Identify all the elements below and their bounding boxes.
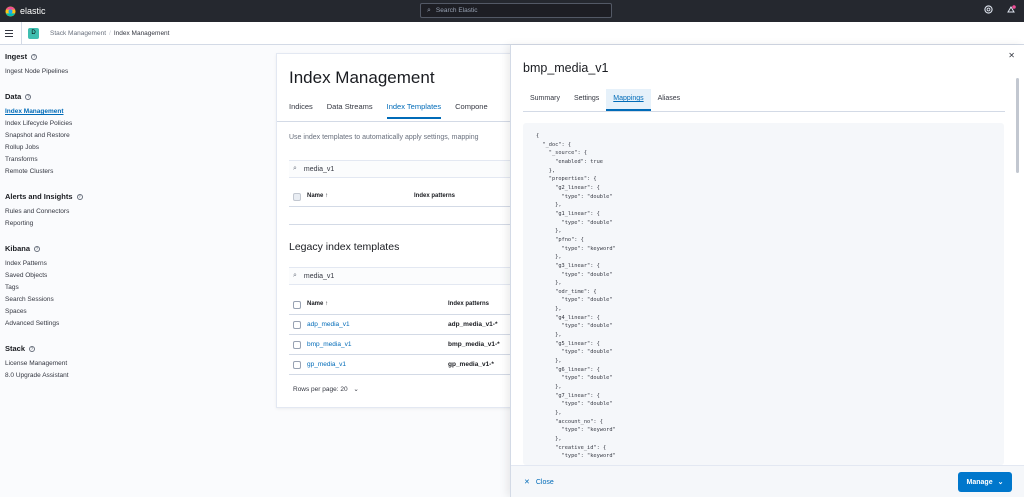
section-title-kibana: Kibana (5, 244, 31, 253)
tabs-divider (523, 111, 1005, 112)
rows-per-page-label: Rows per page: 20 (293, 386, 348, 393)
sidebar-section-ingest: Ingest? Ingest Node Pipelines (5, 52, 125, 78)
sidebar-item-index-lifecycle-policies[interactable]: Index Lifecycle Policies (5, 118, 125, 130)
page-description: Use index templates to automatically app… (289, 134, 479, 141)
legacy-templates-title: Legacy index templates (289, 241, 400, 253)
sidebar-item-rollup-jobs[interactable]: Rollup Jobs (5, 142, 125, 154)
select-all-checkbox[interactable] (293, 193, 301, 201)
global-search-input[interactable]: ⌕ Search Elastic (420, 3, 612, 18)
rows-per-page-selector[interactable]: Rows per page: 20 ⌄ (293, 385, 359, 393)
chevron-down-icon: ⌄ (353, 386, 359, 393)
template-name-link[interactable]: gp_media_v1 (307, 361, 346, 368)
tab-component-templates[interactable]: Compone (455, 102, 488, 119)
close-icon: ✕ (524, 479, 530, 486)
tab-data-streams[interactable]: Data Streams (327, 102, 373, 119)
sidebar-item-index-management[interactable]: Index Management (5, 106, 125, 118)
column-header-name[interactable]: Name ↑ (307, 193, 328, 199)
row-checkbox[interactable] (293, 361, 301, 369)
elastic-cluster-icon (5, 5, 16, 17)
tab-aliases[interactable]: Aliases (651, 89, 688, 111)
mappings-code-block[interactable]: { "_doc": { "_source": { "enabled": true… (523, 123, 1004, 465)
tab-summary[interactable]: Summary (523, 89, 567, 111)
brand-name: elastic (20, 6, 46, 16)
sidebar-item-ingest-node-pipelines[interactable]: Ingest Node Pipelines (5, 66, 125, 78)
main-tabs: Indices Data Streams Index Templates Com… (289, 102, 502, 119)
sidebar-item-tags[interactable]: Tags (5, 282, 125, 294)
sidebar-section-stack: Stack? License Management 8.0 Upgrade As… (5, 344, 125, 382)
select-all-checkbox[interactable] (293, 301, 301, 309)
manage-button[interactable]: Manage ⌄ (958, 472, 1012, 492)
sidebar-item-spaces[interactable]: Spaces (5, 306, 125, 318)
sidebar-item-search-sessions[interactable]: Search Sessions (5, 294, 125, 306)
breadcrumb-separator: / (109, 29, 111, 37)
sidebar-item-saved-objects[interactable]: Saved Objects (5, 270, 125, 282)
column-header-name[interactable]: Name ↑ (307, 301, 328, 307)
space-avatar[interactable]: D (28, 27, 39, 39)
template-pattern: bmp_media_v1-* (448, 341, 500, 348)
close-icon[interactable]: ✕ (1008, 51, 1015, 60)
tab-index-templates[interactable]: Index Templates (386, 102, 442, 119)
info-icon[interactable]: ? (34, 245, 41, 252)
sidebar-item-index-patterns[interactable]: Index Patterns (5, 258, 125, 270)
template-pattern: adp_media_v1-* (448, 321, 498, 328)
sidebar-section-kibana: Kibana? Index Patterns Saved Objects Tag… (5, 244, 125, 330)
close-button[interactable]: ✕ Close (524, 478, 554, 486)
management-sidebar: Ingest? Ingest Node Pipelines Data? Inde… (5, 52, 125, 393)
breadcrumb-bar: D Stack Management / Index Management (0, 21, 1024, 45)
flyout-footer: ✕ Close Manage ⌄ (511, 465, 1024, 497)
column-header-index-patterns: Index patterns (414, 193, 456, 199)
search-icon: ⌕ (293, 165, 297, 172)
template-pattern: gp_media_v1-* (448, 361, 494, 368)
breadcrumb-index-management: Index Management (113, 29, 170, 37)
search-icon: ⌕ (293, 272, 297, 279)
sidebar-section-data: Data? Index Management Index Lifecycle P… (5, 92, 125, 178)
info-icon[interactable]: ? (25, 93, 32, 100)
sidebar-item-transforms[interactable]: Transforms (5, 154, 125, 166)
manage-label: Manage (966, 478, 993, 486)
top-header: elastic ⌕ Search Elastic (0, 0, 1024, 22)
info-icon[interactable]: ? (29, 345, 36, 352)
template-name-link[interactable]: bmp_media_v1 (307, 341, 351, 348)
scrollbar[interactable] (1016, 78, 1019, 173)
template-details-flyout: ✕ bmp_media_v1 Summary Settings Mappings… (510, 45, 1024, 497)
sidebar-section-alerts: Alerts and Insights? Rules and Connector… (5, 192, 125, 230)
help-icon[interactable] (982, 5, 994, 17)
sidebar-item-reporting[interactable]: Reporting (5, 218, 125, 230)
sidebar-item-advanced-settings[interactable]: Advanced Settings (5, 318, 125, 330)
breadcrumb: Stack Management / Index Management (50, 30, 169, 37)
flyout-title: bmp_media_v1 (523, 61, 609, 75)
chevron-down-icon: ⌄ (997, 479, 1004, 486)
page-title: Index Management (289, 68, 435, 87)
tab-mappings[interactable]: Mappings (606, 89, 651, 111)
tab-settings[interactable]: Settings (567, 89, 606, 111)
row-checkbox[interactable] (293, 341, 301, 349)
tab-indices[interactable]: Indices (289, 102, 313, 119)
sidebar-item-rules-and-connectors[interactable]: Rules and Connectors (5, 206, 125, 218)
divider (21, 21, 22, 45)
notifications-icon[interactable] (1005, 5, 1017, 17)
template-name-link[interactable]: adp_media_v1 (307, 321, 350, 328)
menu-icon[interactable] (5, 29, 13, 37)
flyout-tabs: Summary Settings Mappings Aliases (523, 89, 687, 111)
sidebar-item-remote-clusters[interactable]: Remote Clusters (5, 166, 125, 178)
info-icon[interactable]: ? (31, 53, 38, 60)
section-title-alerts: Alerts and Insights (5, 192, 73, 201)
row-checkbox[interactable] (293, 321, 301, 329)
close-label: Close (535, 479, 554, 486)
sidebar-item-license-management[interactable]: License Management (5, 358, 125, 370)
sidebar-item-snapshot-and-restore[interactable]: Snapshot and Restore (5, 130, 125, 142)
mappings-json: { "_doc": { "_source": { "enabled": true… (536, 133, 616, 460)
section-title-stack: Stack (5, 344, 26, 353)
sidebar-item-upgrade-assistant[interactable]: 8.0 Upgrade Assistant (5, 370, 125, 382)
elastic-logo[interactable]: elastic (5, 5, 46, 17)
section-title-data: Data (5, 92, 22, 101)
column-header-index-patterns: Index patterns (448, 301, 490, 307)
search-placeholder: Search Elastic (435, 7, 478, 14)
info-icon[interactable]: ? (76, 193, 83, 200)
breadcrumb-stack-management[interactable]: Stack Management (50, 30, 106, 37)
templates-search-value: media_v1 (303, 165, 335, 173)
legacy-search-value: media_v1 (303, 272, 335, 280)
search-icon: ⌕ (427, 6, 431, 14)
section-title-ingest: Ingest (5, 52, 28, 61)
